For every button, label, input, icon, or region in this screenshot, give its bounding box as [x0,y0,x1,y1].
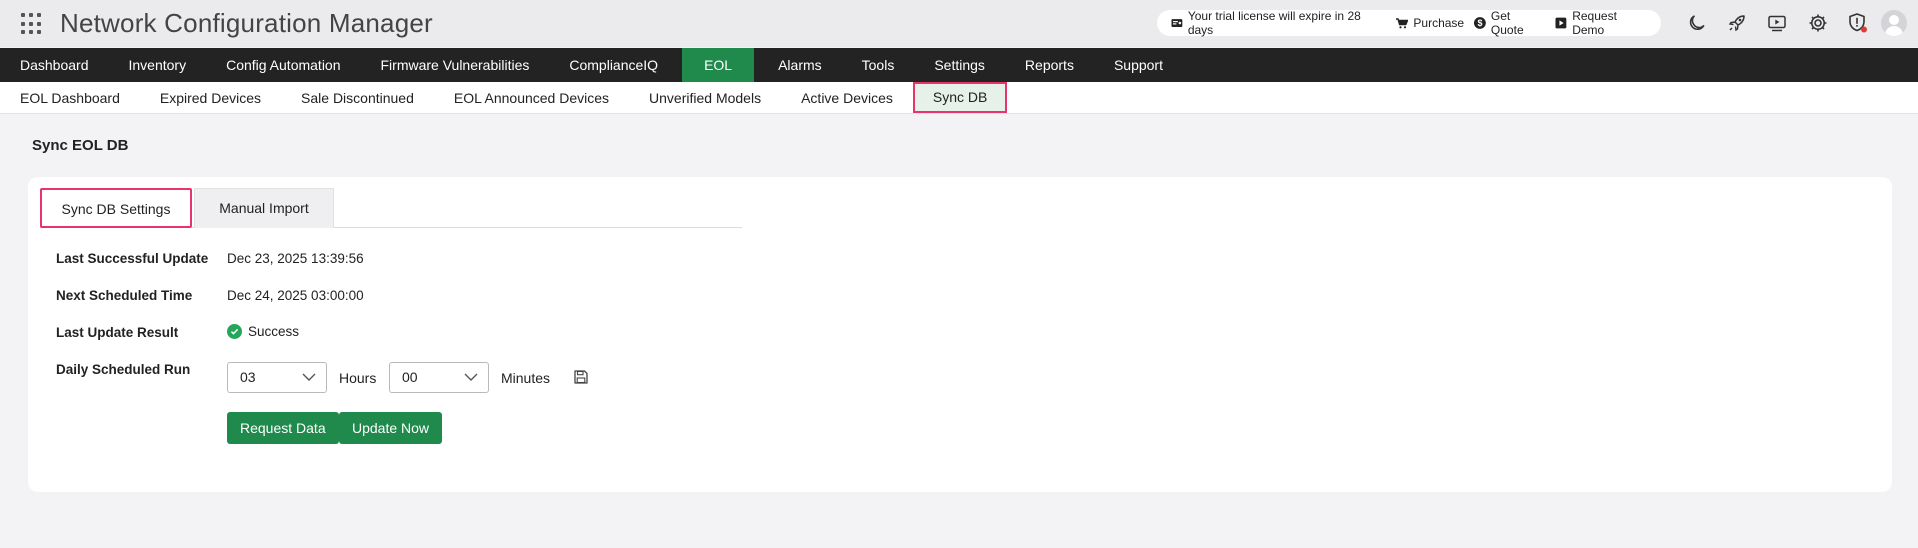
video-icon [1555,17,1567,29]
nav-tools[interactable]: Tools [842,48,915,82]
nav-inventory[interactable]: Inventory [109,48,207,82]
request-data-button[interactable]: Request Data [227,412,339,444]
daily-scheduled-run-label: Daily Scheduled Run [56,362,191,377]
subnav-unverified-models[interactable]: Unverified Models [629,82,781,114]
settings-gear-icon[interactable] [1807,12,1829,34]
subnav-sale-discontinued[interactable]: Sale Discontinued [281,82,434,114]
minutes-select-value: 00 [402,369,418,385]
trial-notice: Your trial license will expire in 28 day… [1171,9,1386,37]
sync-settings-card: Sync DB Settings Manual Import Last Succ… [28,177,1892,492]
nav-complianceiq[interactable]: ComplianceIQ [549,48,678,82]
subnav-eol-announced-devices[interactable]: EOL Announced Devices [434,82,629,114]
success-check-icon [227,324,242,339]
app-grid-icon[interactable] [21,13,43,35]
sub-nav: EOL Dashboard Expired Devices Sale Disco… [0,82,1918,114]
subnav-active-devices[interactable]: Active Devices [781,82,913,114]
last-update-result-label: Last Update Result [56,325,179,340]
alert-shield-icon[interactable] [1847,12,1869,34]
nav-config-automation[interactable]: Config Automation [206,48,360,82]
tab-sync-db-settings[interactable]: Sync DB Settings [40,188,192,228]
request-demo-label: Request Demo [1572,9,1617,37]
page-title: Sync EOL DB [32,137,129,154]
main-nav: Dashboard Inventory Config Automation Fi… [0,48,1918,82]
chevron-down-icon [302,373,316,381]
svg-text:$: $ [1478,18,1483,28]
dollar-icon: $ [1474,17,1486,29]
chevron-down-icon [464,373,478,381]
request-demo-link[interactable]: Request Demo [1555,9,1651,37]
get-quote-link[interactable]: $ Get Quote [1474,9,1545,37]
trial-notice-text: Your trial license will expire in 28 day… [1187,9,1361,37]
purchase-label: Purchase [1413,16,1465,30]
hours-select[interactable]: 03 [227,362,327,393]
rocket-icon[interactable] [1726,12,1748,34]
top-header: Network Configuration Manager Your trial… [0,0,1918,47]
last-update-result-value: Success [227,324,299,339]
license-icon [1171,18,1183,27]
next-scheduled-time-value: Dec 24, 2025 03:00:00 [227,288,364,303]
hours-select-value: 03 [240,369,256,385]
minutes-select[interactable]: 00 [389,362,489,393]
nav-support[interactable]: Support [1094,48,1183,82]
tab-strip: Sync DB Settings Manual Import [40,188,742,228]
nav-dashboard[interactable]: Dashboard [0,48,109,82]
user-avatar[interactable] [1881,10,1907,36]
purchase-link[interactable]: Purchase [1396,16,1464,30]
subnav-expired-devices[interactable]: Expired Devices [140,82,281,114]
promo-bar: Your trial license will expire in 28 day… [1157,9,1661,37]
minutes-unit-label: Minutes [501,370,551,386]
next-scheduled-time-label: Next Scheduled Time [56,288,193,303]
nav-alarms[interactable]: Alarms [758,48,842,82]
subnav-eol-dashboard[interactable]: EOL Dashboard [0,82,140,114]
tab-manual-import[interactable]: Manual Import [194,188,334,228]
update-now-button[interactable]: Update Now [339,412,443,444]
dark-mode-moon-icon[interactable] [1686,12,1708,34]
hours-unit-label: Hours [339,370,377,386]
app-title: Network Configuration Manager [60,8,433,38]
nav-settings[interactable]: Settings [914,48,1005,82]
cart-icon [1396,17,1409,28]
get-quote-label: Get Quote [1490,9,1524,37]
last-successful-update-label: Last Successful Update [56,251,209,266]
nav-firmware-vulnerabilities[interactable]: Firmware Vulnerabilities [361,48,550,82]
nav-reports[interactable]: Reports [1005,48,1094,82]
last-update-result-text: Success [248,324,300,339]
save-floppy-icon[interactable] [574,370,588,389]
last-successful-update-value: Dec 23, 2025 13:39:56 [227,251,364,266]
subnav-sync-db[interactable]: Sync DB [912,82,1008,113]
nav-eol[interactable]: EOL [682,48,755,82]
video-tutorial-icon[interactable] [1766,12,1788,34]
